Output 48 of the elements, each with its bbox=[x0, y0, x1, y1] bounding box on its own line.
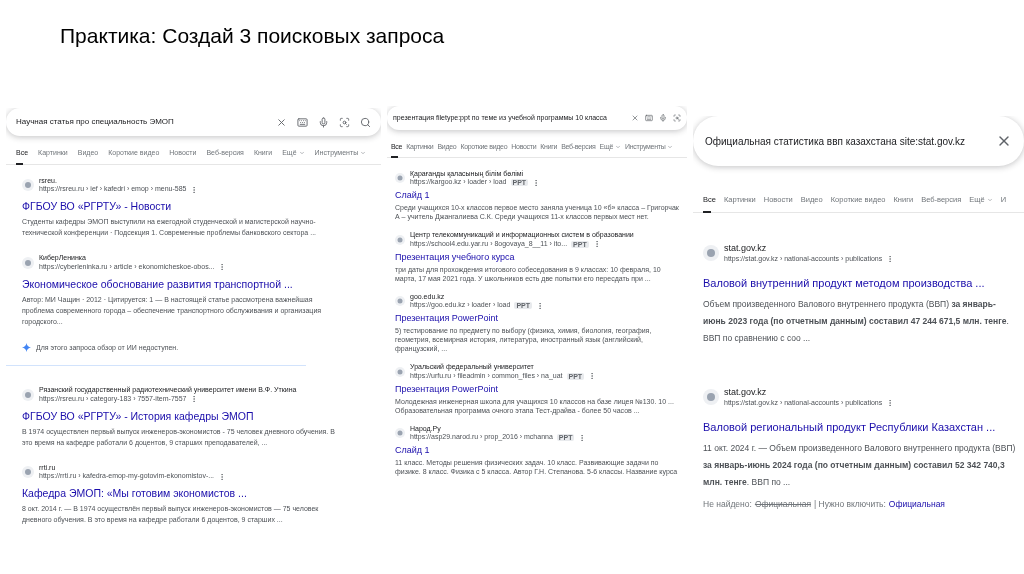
site-name: stat.gov.kz bbox=[724, 243, 768, 255]
microphone-icon[interactable] bbox=[318, 116, 329, 128]
result-title-link[interactable]: ФГБОУ ВО «РГРТУ» - Новости bbox=[22, 199, 381, 213]
clear-icon[interactable] bbox=[631, 114, 639, 122]
result-title-link[interactable]: Презентация учебного курса bbox=[395, 251, 687, 263]
microphone-icon[interactable] bbox=[659, 114, 667, 122]
camera-search-icon[interactable] bbox=[673, 114, 681, 122]
search-field[interactable]: Официальная статистика ввп казахстана site:stat.gov.kz bbox=[693, 116, 1024, 166]
result-title-link[interactable]: Презентация PowerPoint bbox=[395, 383, 687, 395]
site-logo-icon bbox=[395, 173, 405, 184]
site-logo-icon bbox=[703, 245, 719, 262]
result-title-link[interactable]: Экономическое обоснование развития транспортной ... bbox=[22, 276, 381, 291]
site-logo-icon bbox=[22, 256, 34, 269]
clear-icon[interactable] bbox=[276, 116, 287, 128]
result-title-link[interactable]: Слайд 1 bbox=[395, 190, 687, 201]
search-field[interactable]: Научная статья про специальность ЭМОП bbox=[6, 108, 381, 136]
result-title-link[interactable]: ФГБОУ ВО «РГРТУ» - История кафедры ЭМОП bbox=[22, 408, 381, 423]
missing-label: Не найдено: bbox=[703, 498, 752, 512]
site-logo-icon bbox=[703, 389, 719, 406]
slide-title: Практика: Создай 3 поисковых запроса bbox=[59, 23, 446, 49]
result-snippet: 11 окт. 2024 г. — Объем произведенного Валового внутреннего продукта (ВВП) за январь-июнь 2024 года (по отчетным данным) составил 52 342 740,3 млн. тенге. ВВП по ... bbox=[703, 442, 1017, 490]
include-word-link[interactable]: Официальная bbox=[888, 496, 945, 514]
caret-icon bbox=[667, 144, 674, 151]
site-logo-icon bbox=[395, 428, 405, 439]
site-logo-icon bbox=[22, 388, 34, 401]
missing-word: Официальная bbox=[754, 498, 811, 512]
site-name: stat.gov.kz bbox=[724, 387, 768, 399]
result-title-link[interactable]: Валовой региональный продукт Республики Казахстан ... bbox=[703, 419, 1024, 436]
site-logo-icon bbox=[395, 366, 405, 377]
site-logo-icon bbox=[22, 466, 34, 479]
keyboard-icon[interactable] bbox=[645, 114, 653, 122]
caret-icon bbox=[986, 196, 993, 203]
result-title-link[interactable]: Кафедра ЭМОП: «Мы готовим экономистов ... bbox=[22, 486, 381, 500]
keyboard-icon[interactable] bbox=[297, 116, 308, 128]
result-title-link[interactable]: Валовой внутренний продукт методом производства ... bbox=[703, 275, 1024, 292]
caret-icon bbox=[360, 150, 367, 157]
result-title-link[interactable]: Слайд 1 bbox=[395, 445, 687, 456]
sparkle-icon bbox=[22, 343, 31, 353]
caret-icon bbox=[298, 150, 305, 157]
search-icon[interactable] bbox=[360, 116, 371, 128]
camera-search-icon[interactable] bbox=[339, 116, 350, 128]
include-label: | Нужно включить: bbox=[814, 498, 886, 512]
site-logo-icon bbox=[395, 234, 405, 245]
site-logo-icon bbox=[22, 179, 34, 192]
result-snippet: Объем произведенного Валового внутреннего продукта (ВВП) за январь-июнь 2023 года (по отчетным данным) составил 47 244 671,5 млн. тенге. ВВП по сравнению с соо ... bbox=[703, 298, 1010, 346]
result-title-link[interactable]: Презентация PowerPoint bbox=[395, 313, 687, 324]
site-logo-icon bbox=[395, 296, 405, 307]
caret-icon bbox=[615, 144, 621, 151]
